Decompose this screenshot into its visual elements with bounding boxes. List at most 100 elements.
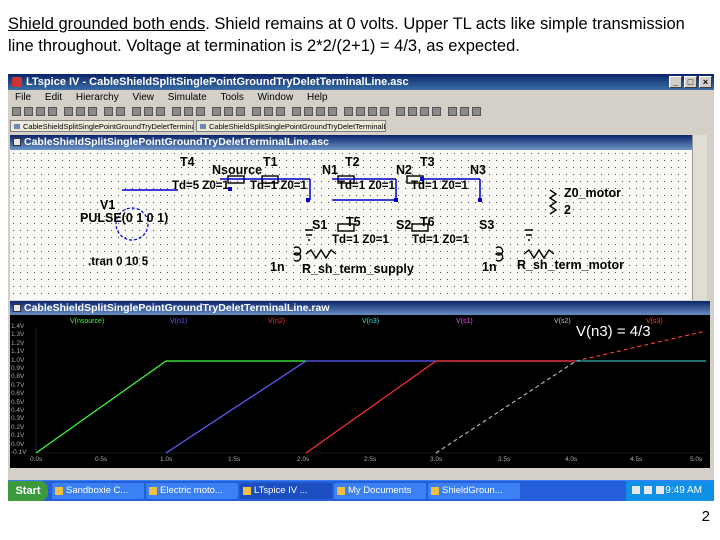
y-tick: 0.9V (11, 365, 25, 372)
maximize-icon[interactable]: □ (684, 76, 697, 88)
trace-label-v-n2: V(n2) (268, 318, 286, 325)
toolbar-button-icon[interactable] (448, 107, 457, 116)
toolbar-button-icon[interactable] (64, 107, 73, 116)
toolbar-button-icon[interactable] (196, 107, 205, 116)
taskbar-item-my-documents[interactable]: My Documents (334, 483, 426, 499)
label-pulse: PULSE(0 1 0 1) (80, 211, 169, 225)
toolbar-button-icon[interactable] (48, 107, 57, 116)
taskbar-item-ltspice[interactable]: LTspice IV ... (240, 483, 332, 499)
toolbar-button-icon[interactable] (36, 107, 45, 116)
menu-help[interactable]: Help (307, 92, 328, 103)
toolbar-button-icon[interactable] (328, 107, 337, 116)
waveform-titlebar[interactable]: CableShieldSplitSinglePointGroundTryDele… (10, 301, 710, 316)
toolbar-button-icon[interactable] (116, 107, 125, 116)
label-t1: T1 (263, 155, 278, 169)
menu-tools[interactable]: Tools (220, 92, 243, 103)
toolbar-button-icon[interactable] (88, 107, 97, 116)
schematic-titlebar[interactable]: CableShieldSplitSinglePointGroundTryDele… (10, 135, 692, 150)
toolbar-button-icon[interactable] (344, 107, 353, 116)
x-tick: 3.5s (498, 456, 511, 463)
x-tick: 4.5s (630, 456, 643, 463)
toolbar-button-icon[interactable] (224, 107, 233, 116)
toolbar-button-icon[interactable] (368, 107, 377, 116)
y-tick: -0.1V (11, 449, 27, 456)
label-r-sh-term-motor: R_sh_term_motor (517, 258, 624, 272)
toolbar-button-icon[interactable] (104, 107, 113, 116)
x-tick: 2.5s (364, 456, 377, 463)
document-tabs: CableShieldSplitSinglePointGroundTryDele… (8, 120, 714, 132)
toolbar-button-icon[interactable] (212, 107, 221, 116)
label-s2: S2 (396, 218, 412, 232)
trace-label-v-n3: V(n3) (362, 318, 380, 325)
toolbar-button-icon[interactable] (24, 107, 33, 116)
toolbar-button-icon[interactable] (316, 107, 325, 116)
toolbar-button-icon[interactable] (264, 107, 273, 116)
close-icon[interactable]: × (699, 76, 712, 88)
y-tick: 1.0V (11, 357, 25, 364)
label-t3: T3 (420, 155, 435, 169)
menu-view[interactable]: View (133, 92, 155, 103)
tab-waveform[interactable]: CableShieldSplitSinglePointGroundTryDele… (196, 120, 386, 132)
taskbar-item-label: Electric moto... (160, 485, 223, 496)
window-titlebar[interactable]: LTspice IV - CableShieldSplitSinglePoint… (8, 74, 714, 90)
toolbar-button-icon[interactable] (276, 107, 285, 116)
taskbar-item-electric-motor[interactable]: Electric moto... (146, 483, 238, 499)
taskbar-item-sandboxie[interactable]: Sandboxie C... (52, 483, 144, 499)
label-z0-value: 2 (564, 203, 571, 217)
toolbar-button-icon[interactable] (252, 107, 261, 116)
y-tick: 0.0V (11, 441, 25, 448)
start-button[interactable]: Start (8, 481, 48, 501)
schematic-doc-icon (13, 138, 21, 146)
menu-bar: File Edit Hierarchy View Simulate Tools … (8, 91, 714, 104)
label-s3: S3 (479, 218, 495, 232)
toolbar-button-icon[interactable] (172, 107, 181, 116)
menu-hierarchy[interactable]: Hierarchy (76, 92, 119, 103)
waveform-plot[interactable]: V(nsource) V(n1) V(n2) V(n3) V(s1) V(s2)… (10, 315, 710, 468)
menu-simulate[interactable]: Simulate (168, 92, 207, 103)
taskbar-clock[interactable]: 9:49 AM (665, 481, 702, 501)
schematic-scrollbar[interactable] (692, 135, 707, 300)
tray-icon[interactable] (632, 486, 640, 494)
menu-edit[interactable]: Edit (45, 92, 62, 103)
app-icon (12, 77, 22, 87)
label-v1: V1 (100, 198, 116, 212)
toolbar-button-icon[interactable] (236, 107, 245, 116)
label-inductor-1: 1n (270, 260, 285, 274)
toolbar-button-icon[interactable] (408, 107, 417, 116)
x-tick: 1.0s (160, 456, 173, 463)
toolbar-button-icon[interactable] (156, 107, 165, 116)
toolbar-button-icon[interactable] (472, 107, 481, 116)
toolbar-button-icon[interactable] (420, 107, 429, 116)
y-tick: 1.1V (11, 348, 25, 355)
schematic-canvas[interactable]: T4 Nsource T1 N1 T2 N2 T3 N3 Td=5 Z0=1 T… (10, 150, 692, 300)
y-tick: 1.3V (11, 331, 25, 338)
tray-icon[interactable] (644, 486, 652, 494)
toolbar-button-icon[interactable] (396, 107, 405, 116)
toolbar-button-icon[interactable] (356, 107, 365, 116)
label-t2: T2 (345, 155, 360, 169)
toolbar-button-icon[interactable] (304, 107, 313, 116)
toolbar-button-icon[interactable] (380, 107, 389, 116)
toolbar-button-icon[interactable] (460, 107, 469, 116)
label-s1: S1 (312, 218, 328, 232)
tab-schematic[interactable]: CableShieldSplitSinglePointGroundTryDele… (10, 120, 194, 132)
window-title: LTspice IV - CableShieldSplitSinglePoint… (26, 76, 409, 88)
ltspice-screenshot: LTspice IV - CableShieldSplitSinglePoint… (8, 74, 714, 501)
menu-window[interactable]: Window (258, 92, 294, 103)
toolbar-button-icon[interactable] (144, 107, 153, 116)
toolbar-button-icon[interactable] (12, 107, 21, 116)
label-r-sh-term-supply: R_sh_term_supply (302, 262, 414, 276)
menu-file[interactable]: File (15, 92, 31, 103)
taskbar-item-shieldground[interactable]: ShieldGroun... (428, 483, 520, 499)
toolbar-button-icon[interactable] (132, 107, 141, 116)
y-tick: 0.7V (11, 382, 25, 389)
caption-underlined: Shield grounded both ends (8, 15, 206, 33)
schematic-title: CableShieldSplitSinglePointGroundTryDele… (24, 136, 329, 148)
toolbar-button-icon[interactable] (184, 107, 193, 116)
tray-icon[interactable] (656, 486, 664, 494)
taskbar-item-label: LTspice IV ... (254, 485, 308, 496)
toolbar-button-icon[interactable] (432, 107, 441, 116)
minimize-icon[interactable]: _ (669, 76, 682, 88)
toolbar-button-icon[interactable] (292, 107, 301, 116)
toolbar-button-icon[interactable] (76, 107, 85, 116)
